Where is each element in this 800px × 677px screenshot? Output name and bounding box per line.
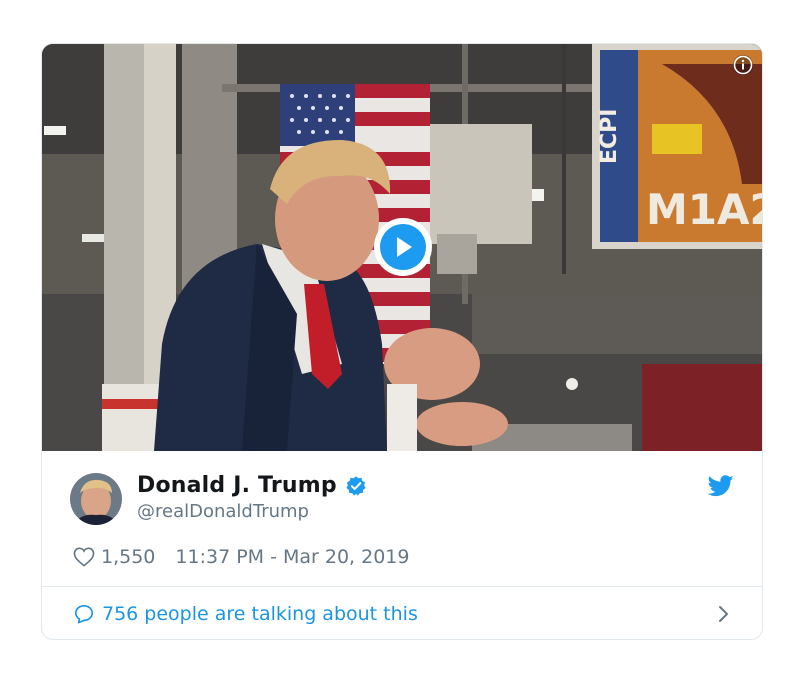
tweet-author-section: Donald J. Trump @realDonaldTrump 1,550 1…	[42, 451, 762, 586]
tweet-embed-card: M1A2 ECPI	[41, 43, 763, 640]
timestamp-link[interactable]: 11:37 PM - Mar 20, 2019	[175, 546, 409, 568]
info-button[interactable]	[733, 55, 753, 75]
play-button-inner	[380, 224, 426, 270]
info-icon	[733, 55, 753, 75]
verified-icon	[346, 475, 366, 496]
like-button[interactable]: 1,550	[73, 546, 155, 568]
like-count: 1,550	[101, 546, 156, 568]
author-handle[interactable]: @realDonaldTrump	[137, 501, 309, 522]
author-name-row[interactable]: Donald J. Trump	[137, 473, 367, 498]
tweet-meta-row: 1,550 11:37 PM - Mar 20, 2019	[73, 546, 409, 568]
avatar[interactable]	[70, 473, 122, 525]
comment-bubble-icon	[75, 605, 93, 624]
play-icon	[397, 237, 412, 257]
chevron-right-icon	[719, 606, 728, 622]
avatar-image	[70, 473, 122, 525]
conversation-count-text: 756 people are talking about this	[102, 603, 418, 625]
sign-text: M1A2	[646, 185, 763, 234]
video-thumbnail[interactable]: M1A2 ECPI	[42, 44, 763, 451]
heart-icon	[73, 547, 95, 567]
sign-side-text: ECPI	[597, 109, 622, 164]
play-button[interactable]	[374, 218, 432, 276]
author-name: Donald J. Trump	[137, 473, 337, 498]
twitter-bird-icon[interactable]	[708, 475, 734, 497]
conversation-link[interactable]: 756 people are talking about this	[42, 587, 762, 639]
